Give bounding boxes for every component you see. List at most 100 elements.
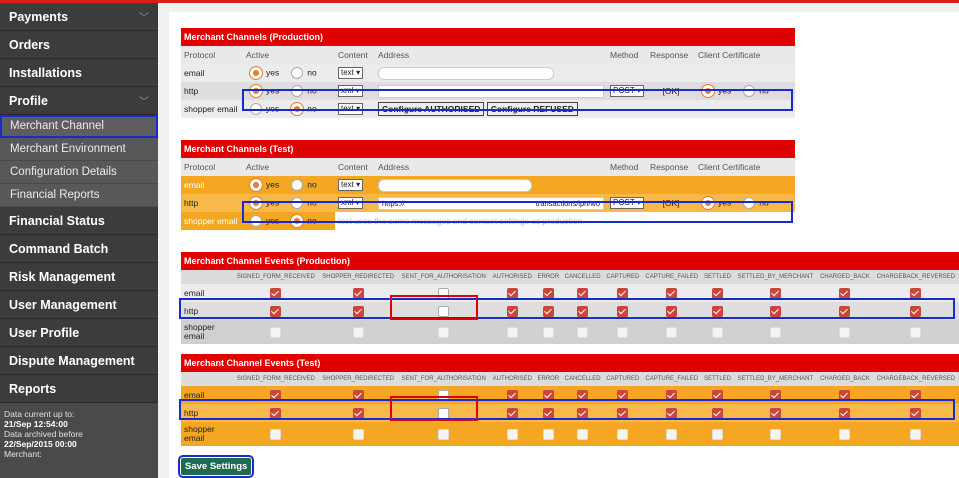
- radio-cert-yes[interactable]: [702, 85, 714, 97]
- event-checkbox[interactable]: [352, 407, 364, 419]
- address-input[interactable]: [378, 178, 532, 192]
- nav-payments[interactable]: Payments ﹀: [0, 3, 158, 31]
- event-checkbox[interactable]: [352, 287, 364, 299]
- nav-command-batch[interactable]: Command Batch: [0, 235, 158, 263]
- subnav-merchant-environment[interactable]: Merchant Environment: [0, 138, 158, 161]
- nav-financial-status[interactable]: Financial Status: [0, 207, 158, 235]
- event-checkbox[interactable]: [769, 287, 781, 299]
- event-checkbox[interactable]: [506, 407, 518, 419]
- event-checkbox[interactable]: [839, 389, 851, 401]
- nav-reports[interactable]: Reports: [0, 375, 158, 403]
- nav-risk-management[interactable]: Risk Management: [0, 263, 158, 291]
- event-checkbox[interactable]: [910, 305, 922, 317]
- nav-orders[interactable]: Orders: [0, 31, 158, 59]
- event-checkbox[interactable]: [712, 407, 724, 419]
- address-input[interactable]: https:// 'transactions/ipn/wo: [378, 196, 604, 210]
- radio-active-yes[interactable]: [250, 103, 262, 115]
- subnav-financial-reports[interactable]: Financial Reports: [0, 184, 158, 207]
- event-checkbox[interactable]: [712, 287, 724, 299]
- event-checkbox[interactable]: [270, 287, 282, 299]
- radio-active-no[interactable]: [291, 103, 304, 115]
- radio-active-no[interactable]: [291, 85, 304, 97]
- content-select[interactable]: xml ▾: [338, 85, 363, 97]
- nav-label: User Profile: [9, 325, 80, 340]
- radio-active-no[interactable]: [291, 215, 304, 227]
- event-checkbox[interactable]: [352, 389, 364, 401]
- event-checkbox[interactable]: [270, 305, 282, 317]
- event-checkbox[interactable]: [769, 389, 781, 401]
- event-checkbox[interactable]: [270, 407, 282, 419]
- radio-active-no[interactable]: [291, 197, 304, 209]
- event-checkbox[interactable]: [577, 389, 589, 401]
- event-checkbox[interactable]: [666, 287, 678, 299]
- nav-installations[interactable]: Installations: [0, 59, 158, 87]
- event-checkbox[interactable]: [542, 389, 554, 401]
- content-select[interactable]: text ▾: [338, 179, 364, 191]
- event-col-header: AUTHORISED: [489, 270, 535, 284]
- radio-label: no: [307, 103, 317, 114]
- nav-dispute-management[interactable]: Dispute Management: [0, 347, 158, 375]
- event-checkbox[interactable]: [438, 407, 450, 419]
- event-checkbox[interactable]: [839, 407, 851, 419]
- save-settings-button[interactable]: Save Settings: [177, 455, 255, 478]
- radio-active-yes[interactable]: [250, 215, 262, 227]
- event-checkbox[interactable]: [438, 287, 450, 299]
- event-checkbox[interactable]: [839, 305, 851, 317]
- method-select[interactable]: POST ▾: [610, 197, 644, 209]
- nav-profile[interactable]: Profile ﹀: [0, 87, 158, 115]
- event-checkbox[interactable]: [270, 389, 282, 401]
- nav-user-management[interactable]: User Management: [0, 291, 158, 319]
- event-checkbox[interactable]: [617, 407, 629, 419]
- radio-active-yes[interactable]: [250, 85, 262, 97]
- event-checkbox[interactable]: [617, 287, 629, 299]
- event-checkbox[interactable]: [542, 407, 554, 419]
- event-checkbox[interactable]: [438, 305, 450, 317]
- event-checkbox[interactable]: [438, 389, 450, 401]
- event-checkbox[interactable]: [506, 305, 518, 317]
- radio-active-yes[interactable]: [250, 197, 262, 209]
- method-select[interactable]: POST ▾: [610, 85, 644, 97]
- radio-cert-no[interactable]: [743, 85, 756, 97]
- event-checkbox[interactable]: [666, 389, 678, 401]
- event-checkbox[interactable]: [666, 407, 678, 419]
- radio-active-yes[interactable]: [250, 179, 262, 191]
- event-checkbox[interactable]: [666, 305, 678, 317]
- event-checkbox[interactable]: [577, 287, 589, 299]
- event-checkbox[interactable]: [910, 287, 922, 299]
- content-select[interactable]: xml ▾: [338, 197, 363, 209]
- event-checkbox[interactable]: [577, 305, 589, 317]
- address-input[interactable]: [378, 84, 604, 98]
- configure-refused-button[interactable]: Configure REFUSED: [486, 102, 578, 116]
- event-checkbox[interactable]: [769, 407, 781, 419]
- event-checkbox[interactable]: [617, 389, 629, 401]
- event-checkbox[interactable]: [839, 287, 851, 299]
- event-checkbox[interactable]: [542, 305, 554, 317]
- event-checkbox[interactable]: [577, 407, 589, 419]
- event-checkbox[interactable]: [769, 305, 781, 317]
- nav-user-profile[interactable]: User Profile: [0, 319, 158, 347]
- event-checkbox[interactable]: [352, 305, 364, 317]
- settings-panel: Merchant Channels (Production) Protocol …: [169, 12, 959, 478]
- event-col-header: SETTLED_BY_MERCHANT: [733, 270, 817, 284]
- event-col-header: CAPTURE_FAILED: [642, 372, 702, 386]
- content-select[interactable]: text ▾: [338, 103, 364, 115]
- radio-active-no[interactable]: [291, 67, 304, 79]
- event-checkbox[interactable]: [712, 305, 724, 317]
- configure-authorised-button[interactable]: Configure AUTHORISED: [378, 102, 485, 116]
- subnav-configuration-details[interactable]: Configuration Details: [0, 161, 158, 184]
- event-checkbox[interactable]: [910, 389, 922, 401]
- address-input[interactable]: [378, 66, 554, 80]
- radio-cert-no[interactable]: [743, 197, 756, 209]
- subnav-merchant-channel[interactable]: Merchant Channel: [0, 115, 158, 138]
- event-checkbox[interactable]: [910, 407, 922, 419]
- event-checkbox[interactable]: [506, 287, 518, 299]
- radio-active-no[interactable]: [291, 179, 304, 191]
- radio-label: no: [307, 215, 317, 226]
- event-checkbox[interactable]: [506, 389, 518, 401]
- event-checkbox[interactable]: [712, 389, 724, 401]
- content-select[interactable]: text ▾: [338, 67, 364, 79]
- radio-active-yes[interactable]: [250, 67, 262, 79]
- event-checkbox[interactable]: [617, 305, 629, 317]
- radio-cert-yes[interactable]: [702, 197, 714, 209]
- event-checkbox[interactable]: [542, 287, 554, 299]
